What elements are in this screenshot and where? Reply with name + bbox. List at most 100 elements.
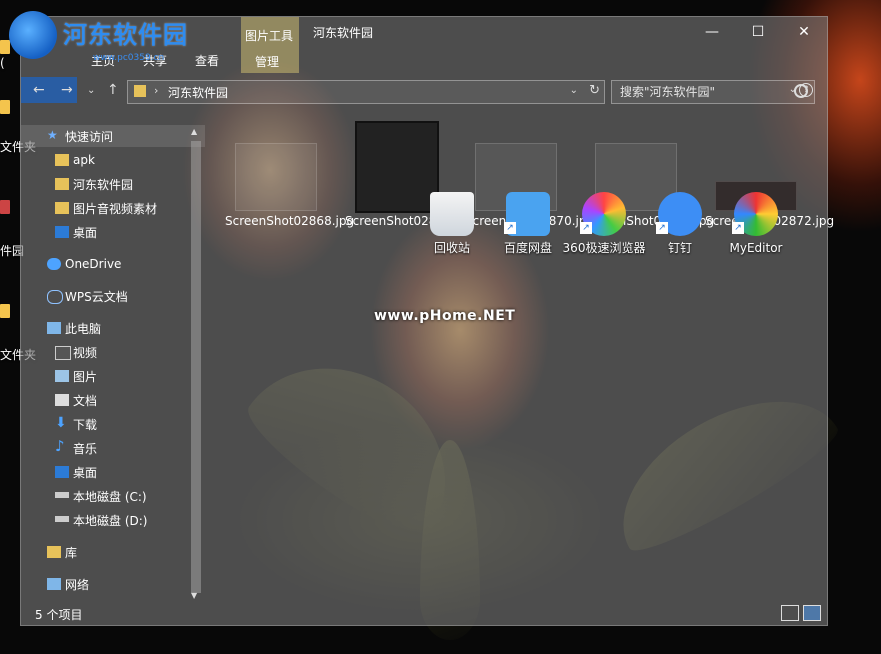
drive-icon — [55, 516, 69, 522]
close-button[interactable]: ✕ — [781, 17, 827, 47]
nav-label: 网络 — [65, 577, 90, 592]
tab-manage[interactable]: 管理 — [255, 53, 279, 70]
recent-chevron-icon[interactable]: ⌄ — [87, 85, 95, 96]
document-icon — [55, 394, 69, 406]
nav-item-pictures[interactable]: 图片 — [21, 365, 205, 387]
shortcut-arrow-icon: ↗ — [580, 222, 592, 234]
minimize-button[interactable]: — — [689, 17, 735, 47]
breadcrumb-separator-icon[interactable]: › — [154, 84, 158, 97]
nav-item-desktop[interactable]: 桌面 — [21, 221, 205, 243]
site-logo-url: www.pc0359.cn — [93, 53, 165, 63]
refresh-icon[interactable]: ↻ — [589, 83, 600, 98]
site-logo-icon — [9, 11, 57, 59]
back-icon[interactable]: ← — [33, 82, 45, 98]
up-icon[interactable]: ↑ — [107, 82, 119, 98]
search-box[interactable] — [611, 80, 815, 104]
navigation-pane: ★ 快速访问 apk 河东软件园 图片音视频素材 桌面 OneDrive WPS… — [21, 121, 205, 601]
music-icon: ♪ — [55, 437, 65, 455]
library-icon — [47, 546, 61, 558]
nav-label: OneDrive — [65, 257, 122, 271]
image-thumbnail — [355, 121, 439, 213]
star-icon: ★ — [47, 128, 58, 142]
nav-label: 视频 — [73, 345, 98, 360]
nav-item-wps[interactable]: WPS云文档 — [21, 285, 205, 307]
nav-item-desktop-2[interactable]: 桌面 — [21, 461, 205, 483]
picture-icon — [55, 370, 69, 382]
nav-item-media[interactable]: 图片音视频素材 — [21, 197, 205, 219]
nav-label: 音乐 — [73, 441, 98, 456]
nav-label: 图片音视频素材 — [73, 201, 158, 216]
search-icon[interactable] — [794, 84, 808, 98]
cloud-icon — [47, 258, 61, 270]
nav-item-downloads[interactable]: ⬇ 下载 — [21, 413, 205, 435]
nav-label: WPS云文档 — [65, 289, 128, 304]
nav-label: 桌面 — [73, 225, 98, 240]
desktop-icon — [55, 466, 69, 478]
folder-icon[interactable] — [0, 100, 10, 114]
folder-icon — [55, 154, 69, 166]
nav-item-documents[interactable]: 文档 — [21, 389, 205, 411]
breadcrumb[interactable]: 河东软件园 — [168, 84, 228, 101]
nav-label: 桌面 — [73, 465, 98, 480]
nav-label: 图片 — [73, 369, 98, 384]
details-view-icon[interactable] — [781, 605, 799, 621]
nav-item-drive-c[interactable]: 本地磁盘 (C:) — [21, 485, 205, 507]
shortcut-arrow-icon: ↗ — [732, 222, 744, 234]
scroll-down-icon[interactable]: ▼ — [191, 591, 197, 600]
nav-label: 文档 — [73, 393, 98, 408]
nav-item-apk[interactable]: apk — [21, 149, 205, 171]
file-name: ScreenShot02868.jpg — [225, 214, 355, 228]
nav-label: 此电脑 — [65, 321, 102, 336]
nav-label: 下载 — [73, 417, 98, 432]
folder-icon — [55, 202, 69, 214]
nav-label: 河东软件园 — [73, 177, 134, 192]
status-bar: 5 个项目 — [21, 601, 827, 625]
nav-item-videos[interactable]: 视频 — [21, 341, 205, 363]
archive-icon[interactable] — [0, 200, 10, 214]
tab-view[interactable]: 查看 — [195, 52, 219, 69]
scroll-up-icon[interactable]: ▲ — [191, 127, 197, 136]
shortcut-arrow-icon: ↗ — [656, 222, 668, 234]
item-count: 5 个项目 — [35, 608, 83, 622]
network-icon — [47, 578, 61, 590]
cloud-icon — [47, 290, 63, 304]
watermark: www.pHome.NET — [374, 308, 516, 324]
shortcut-arrow-icon: ↗ — [504, 222, 516, 234]
drive-icon — [55, 492, 69, 498]
nav-item-libraries[interactable]: 库 — [21, 541, 205, 563]
nav-item-quick-access[interactable]: ★ 快速访问 — [21, 125, 205, 147]
image-thumbnail — [235, 143, 317, 211]
chevron-down-icon[interactable]: ⌄ — [570, 85, 578, 96]
nav-item-network[interactable]: 网络 — [21, 573, 205, 595]
maximize-button[interactable]: ☐ — [735, 17, 781, 47]
nav-label: 库 — [65, 545, 78, 560]
desktop-label: ( — [0, 56, 5, 70]
folder-icon[interactable] — [0, 304, 10, 318]
nav-item-music[interactable]: ♪ 音乐 — [21, 437, 205, 459]
desktop-icon — [55, 226, 69, 238]
recycle-bin-icon — [430, 192, 474, 236]
folder-icon — [134, 85, 146, 97]
download-icon: ⬇ — [55, 415, 67, 431]
nav-item-hedong[interactable]: 河东软件园 — [21, 173, 205, 195]
nav-label: 快速访问 — [65, 129, 114, 144]
address-bar[interactable]: › 河东软件园 ⌄ ↻ — [127, 80, 605, 104]
folder-icon[interactable] — [0, 40, 10, 54]
context-tab-label: 图片工具 — [245, 29, 294, 43]
shortcut-label: MyEditor — [729, 241, 783, 255]
forward-icon[interactable]: → — [61, 82, 73, 98]
nav-item-drive-d[interactable]: 本地磁盘 (D:) — [21, 509, 205, 531]
address-bar-row: ← → ⌄ ↑ › 河东软件园 ⌄ ↻ — [21, 77, 827, 105]
nav-item-onedrive[interactable]: OneDrive — [21, 253, 205, 275]
large-icons-view-icon[interactable] — [803, 605, 821, 621]
nav-label: apk — [73, 153, 95, 167]
search-input[interactable] — [618, 83, 788, 101]
scroll-thumb[interactable] — [191, 141, 201, 593]
computer-icon — [47, 322, 61, 334]
folder-icon — [55, 178, 69, 190]
video-icon — [55, 346, 71, 360]
nav-scrollbar[interactable]: ▲ ▼ — [189, 127, 203, 601]
nav-label: 本地磁盘 (D:) — [73, 513, 148, 528]
window-title: 河东软件园 — [313, 26, 374, 40]
nav-item-this-pc[interactable]: 此电脑 — [21, 317, 205, 339]
